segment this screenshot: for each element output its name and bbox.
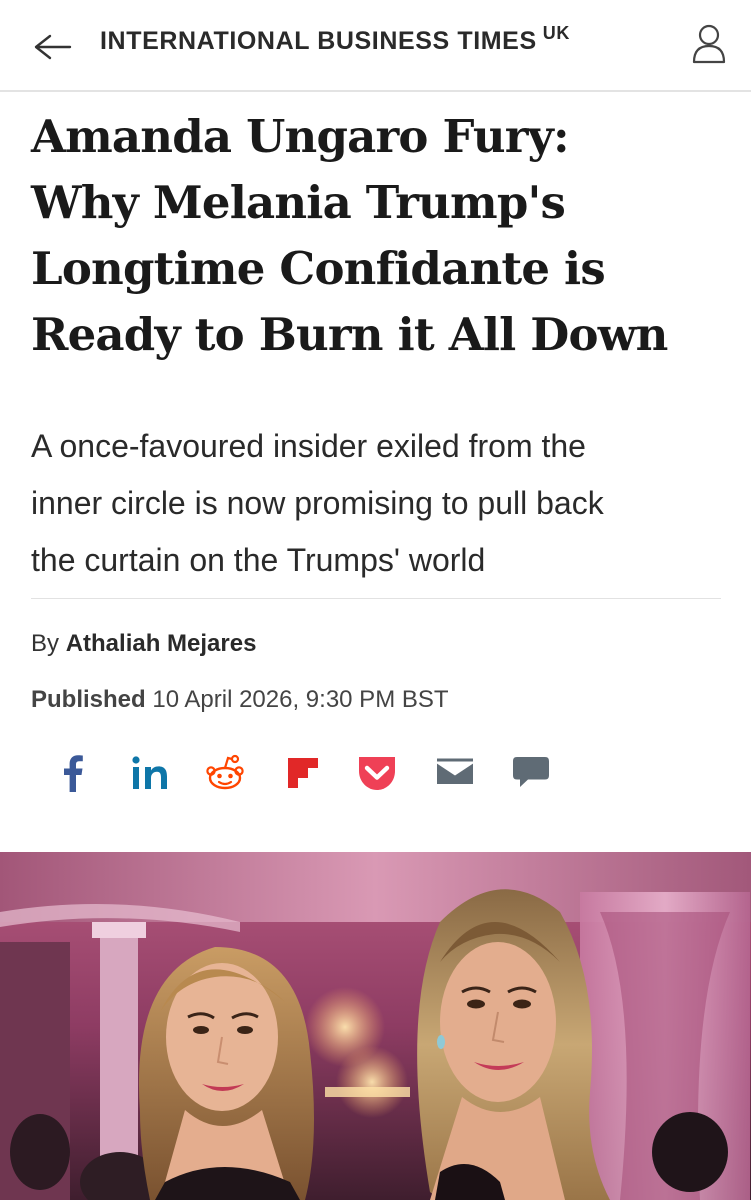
share-email-button[interactable] bbox=[433, 748, 477, 798]
publish-info: Published 10 April 2026, 9:30 PM BST bbox=[31, 686, 449, 714]
arrow-left-icon bbox=[34, 34, 72, 60]
article-headline: Amanda Ungaro Fury: Why Melania Trump's … bbox=[31, 104, 731, 368]
share-reddit-button[interactable] bbox=[205, 748, 245, 798]
share-pocket-button[interactable] bbox=[355, 748, 399, 798]
headline-line: Longtime Confidante is bbox=[31, 242, 606, 295]
flipboard-icon bbox=[288, 758, 318, 788]
byline: By Athaliah Mejares bbox=[31, 630, 256, 658]
account-button[interactable] bbox=[690, 22, 728, 64]
article-standfirst: A once-favoured insider exiled from the … bbox=[31, 418, 721, 589]
byline-prefix: By bbox=[31, 630, 60, 657]
published-date: 10 April 2026, 9:30 PM BST bbox=[152, 686, 449, 713]
share-facebook-button[interactable] bbox=[55, 748, 91, 798]
share-linkedin-button[interactable] bbox=[129, 748, 173, 798]
standfirst-line: inner circle is now promising to pull ba… bbox=[31, 485, 604, 521]
user-icon bbox=[692, 24, 726, 64]
standfirst-line: the curtain on the Trumps' world bbox=[31, 542, 486, 578]
headline-line: Amanda Ungaro Fury: bbox=[31, 110, 570, 163]
pocket-icon bbox=[359, 757, 395, 790]
headline-line: Why Melania Trump's bbox=[31, 176, 566, 229]
headline-line: Ready to Burn it All Down bbox=[31, 308, 668, 361]
facebook-icon bbox=[64, 755, 83, 792]
reddit-icon bbox=[206, 754, 244, 790]
back-button[interactable] bbox=[30, 30, 74, 64]
article-hero-image bbox=[0, 852, 751, 1200]
top-bar: INTERNATIONAL BUSINESS TIMES UK bbox=[0, 0, 751, 92]
comment-icon bbox=[513, 757, 549, 787]
comments-button[interactable] bbox=[509, 748, 553, 798]
published-label: Published bbox=[31, 686, 146, 713]
divider bbox=[31, 598, 721, 599]
author-link[interactable]: Athaliah Mejares bbox=[66, 630, 257, 657]
share-bar bbox=[55, 748, 575, 798]
email-icon bbox=[436, 758, 474, 784]
site-brand[interactable]: INTERNATIONAL BUSINESS TIMES UK bbox=[100, 23, 570, 56]
hero-photo-illustration bbox=[0, 852, 751, 1200]
linkedin-icon bbox=[132, 756, 167, 789]
standfirst-line: A once-favoured insider exiled from the bbox=[31, 428, 586, 464]
edition-label: UK bbox=[542, 23, 570, 43]
brand-name: INTERNATIONAL BUSINESS TIMES bbox=[100, 27, 537, 55]
share-flipboard-button[interactable] bbox=[283, 748, 323, 798]
